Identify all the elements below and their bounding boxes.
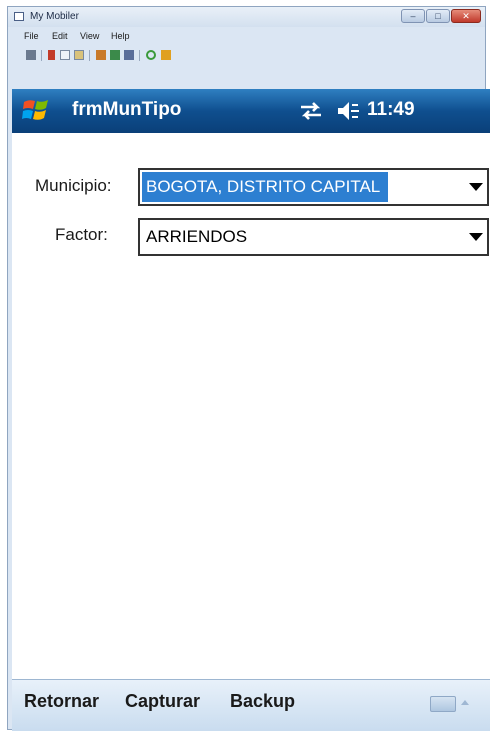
refresh-icon[interactable]	[146, 50, 156, 60]
connectivity-icon[interactable]	[298, 100, 324, 122]
copy-icon[interactable]	[60, 50, 70, 60]
municipio-label: Municipio:	[35, 176, 112, 195]
toolbar	[8, 47, 485, 64]
toolbar-separator	[139, 50, 140, 61]
windows-start-icon[interactable]	[22, 96, 50, 124]
factor-dropdown[interactable]: ARRIENDOS	[138, 218, 489, 256]
menu-help[interactable]: Help	[111, 31, 130, 41]
paste-icon[interactable]	[74, 50, 84, 60]
backup-button[interactable]: Backup	[230, 691, 295, 712]
maximize-button[interactable]: □	[426, 9, 450, 23]
menu-edit[interactable]: Edit	[52, 31, 68, 41]
device-screen: frmMunTipo 11:49 Municipio: BOGOTA, DIST…	[12, 89, 490, 731]
menu-file[interactable]: File	[24, 31, 39, 41]
factor-selected-value: ARRIENDOS	[146, 227, 248, 246]
toolbar-separator	[89, 50, 90, 61]
menubar: File Edit View Help	[8, 29, 485, 45]
volume-icon[interactable]	[335, 99, 361, 123]
file-receive-icon[interactable]	[110, 50, 120, 60]
minimize-button[interactable]: –	[401, 9, 425, 23]
settings-icon[interactable]	[161, 50, 171, 60]
explorer-icon[interactable]	[124, 50, 134, 60]
municipio-dropdown[interactable]: BOGOTA, DISTRITO CAPITAL	[138, 168, 489, 206]
device-icon[interactable]	[26, 50, 36, 60]
keyboard-icon[interactable]	[430, 696, 456, 712]
close-button[interactable]: ✕	[451, 9, 481, 23]
softkey-bar: Retornar Capturar Backup	[12, 679, 490, 731]
window-title: My Mobiler	[30, 11, 79, 22]
retornar-button[interactable]: Retornar	[24, 691, 99, 712]
capturar-button[interactable]: Capturar	[125, 691, 200, 712]
menu-view[interactable]: View	[80, 31, 99, 41]
keyboard-toggle-arrow-icon[interactable]	[461, 700, 469, 705]
file-send-icon[interactable]	[96, 50, 106, 60]
toolbar-separator	[41, 50, 42, 61]
dropdown-arrow-icon[interactable]	[469, 233, 483, 241]
factor-label: Factor:	[55, 225, 108, 244]
cut-icon[interactable]	[48, 50, 55, 60]
app-title: frmMunTipo	[72, 99, 182, 120]
device-taskbar: frmMunTipo 11:49	[12, 89, 490, 133]
window-titlebar: My Mobiler – □ ✕	[8, 7, 485, 27]
municipio-selected-value: BOGOTA, DISTRITO CAPITAL	[142, 172, 389, 202]
clock[interactable]: 11:49	[367, 99, 415, 121]
dropdown-arrow-icon[interactable]	[469, 183, 483, 191]
app-window-icon	[14, 12, 24, 21]
